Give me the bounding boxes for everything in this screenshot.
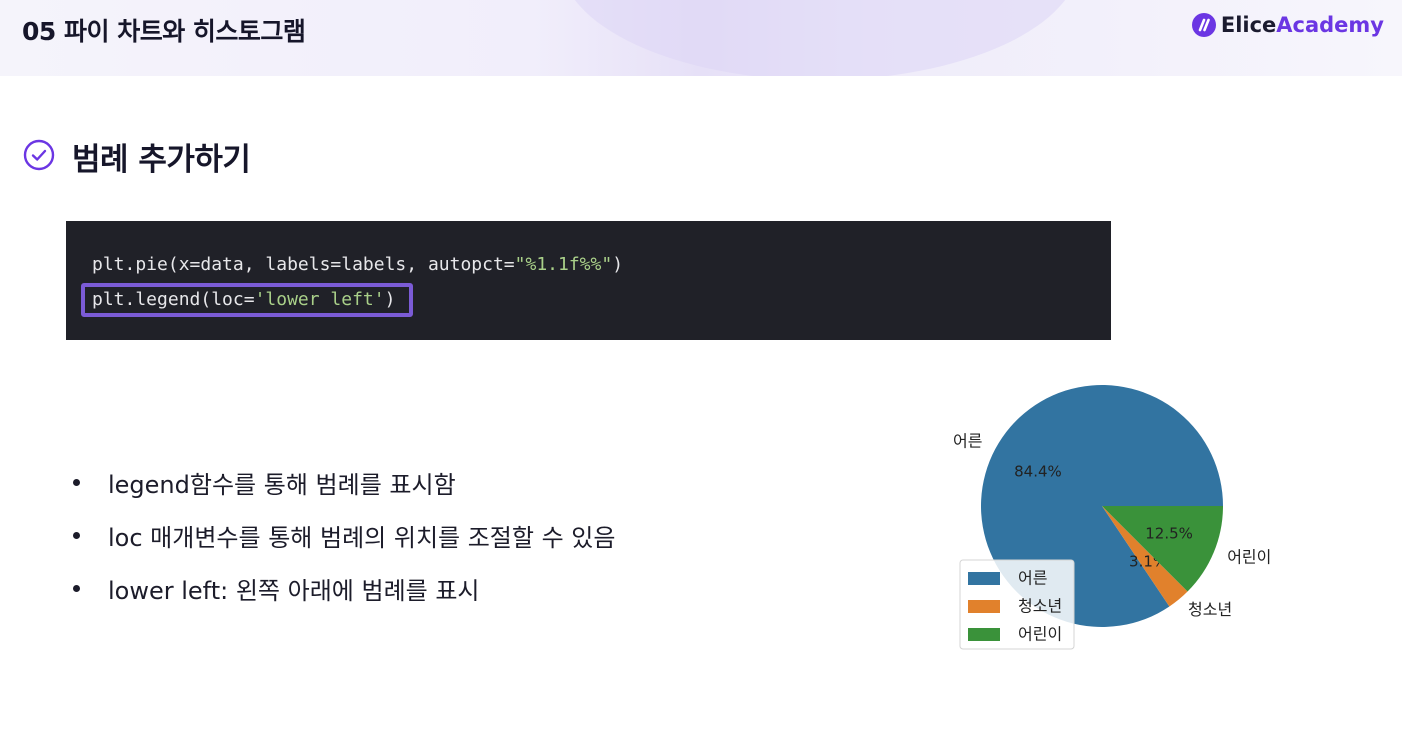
section-title: 범례 추가하기 — [72, 142, 251, 178]
legend-swatch — [968, 628, 1000, 641]
check-circle-icon — [22, 138, 56, 176]
legend-label: 어른 — [1018, 569, 1047, 588]
bullet-dot — [73, 585, 80, 592]
pie-category-label: 청소년 — [1188, 600, 1232, 619]
code-highlight-box — [81, 283, 413, 317]
code-line1-suffix: ) — [612, 254, 624, 275]
header-decoration — [560, 0, 1080, 76]
bullet-dot — [73, 532, 80, 539]
bullet-list: legend함수를 통해 범례를 표시함 loc 매개변수를 통해 범례의 위치… — [70, 456, 615, 615]
legend-label: 청소년 — [1018, 597, 1062, 616]
pie-chart: 84.4%어른3.1%청소년12.5%어린이어른청소년어린이 — [953, 384, 1271, 650]
elice-logo-icon — [1191, 13, 1216, 37]
code-line1-prefix: plt.pie(x=data, labels=labels, autopct= — [92, 254, 515, 275]
bullet-item: loc 매개변수를 통해 범례의 위치를 조절할 수 있음 — [70, 509, 615, 562]
logo-text: EliceAcademy — [1221, 13, 1384, 37]
bullet-text: loc 매개변수를 통해 범례의 위치를 조절할 수 있음 — [108, 524, 616, 552]
slide-title: 05 파이 차트와 히스토그램 — [22, 17, 306, 46]
code-line-pie: plt.pie(x=data, labels=labels, autopct="… — [92, 254, 623, 275]
bullet-text: lower left: 왼쪽 아래에 범례를 표시 — [108, 577, 480, 605]
section-heading: 범례 추가하기 — [22, 134, 251, 179]
legend-label: 어린이 — [1018, 625, 1062, 644]
bullet-dot — [73, 479, 80, 486]
code-block: plt.pie(x=data, labels=labels, autopct="… — [66, 221, 1111, 340]
bullet-item: legend함수를 통해 범례를 표시함 — [70, 456, 615, 509]
pie-category-label: 어린이 — [1227, 547, 1271, 566]
elice-academy-logo: EliceAcademy — [1191, 13, 1384, 37]
legend-swatch — [968, 572, 1000, 585]
pie-percent-label: 84.4% — [1014, 462, 1062, 480]
chart-legend: 어른청소년어린이 — [959, 559, 1075, 650]
bullet-text: legend함수를 통해 범례를 표시함 — [108, 471, 456, 499]
logo-text-main: Elice — [1220, 13, 1277, 37]
code-line1-string: "%1.1f%%" — [514, 254, 613, 275]
slide-header: 05 파이 차트와 히스토그램 EliceAcademy — [0, 0, 1402, 76]
pie-category-label: 어른 — [953, 432, 982, 451]
bullet-item: lower left: 왼쪽 아래에 범례를 표시 — [70, 562, 615, 615]
pie-percent-label: 12.5% — [1145, 524, 1193, 542]
legend-swatch — [968, 600, 1000, 613]
logo-text-accent: Academy — [1276, 13, 1384, 37]
